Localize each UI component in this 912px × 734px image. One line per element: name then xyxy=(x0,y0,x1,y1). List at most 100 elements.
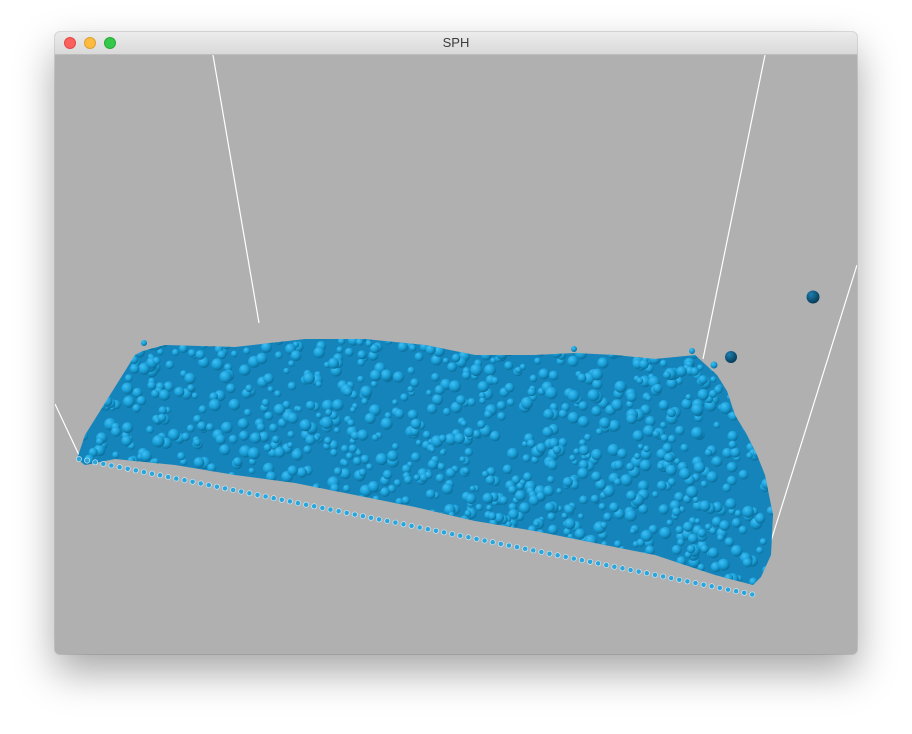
edge-particle xyxy=(497,540,504,547)
fluid-particle xyxy=(110,515,120,524)
fluid-particle xyxy=(117,357,129,369)
title-bar[interactable]: SPH xyxy=(55,32,857,55)
fluid-particle xyxy=(113,533,123,543)
edge-particle xyxy=(449,531,456,537)
edge-particle xyxy=(465,534,472,541)
fluid-particle xyxy=(445,467,456,479)
fluid-particle xyxy=(211,358,224,371)
edge-particle xyxy=(579,557,585,564)
fluid-particle xyxy=(181,524,193,536)
fluid-particle xyxy=(180,534,193,547)
fluid-particle xyxy=(556,488,563,494)
fluid-particle xyxy=(92,469,105,482)
fluid-particle xyxy=(442,357,449,364)
fluid-particle xyxy=(198,405,207,414)
fluid-particle xyxy=(553,559,560,566)
fluid-particle xyxy=(527,387,536,397)
simulation-viewport[interactable] xyxy=(55,55,857,654)
edge-particle xyxy=(489,539,496,546)
fluid-particle xyxy=(325,409,333,416)
fluid-particle xyxy=(241,548,249,556)
stray-particle-3 xyxy=(141,340,147,346)
fluid-particle xyxy=(99,403,106,410)
fluid-particle xyxy=(740,382,752,394)
fluid-particle xyxy=(554,537,562,545)
fluid-particle xyxy=(319,522,328,531)
fluid-particle xyxy=(555,573,565,583)
fluid-particle xyxy=(608,420,621,432)
fluid-particle xyxy=(697,528,707,538)
fluid-particle xyxy=(465,493,477,505)
fluid-particle xyxy=(190,522,202,533)
fluid-particle xyxy=(158,502,165,509)
fluid-particle xyxy=(77,499,79,506)
fluid-particle xyxy=(656,480,667,491)
fluid-particle xyxy=(265,471,277,483)
fluid-particle xyxy=(123,480,131,487)
fluid-particle xyxy=(77,488,80,496)
fluid-particle xyxy=(652,383,663,394)
fluid-particle xyxy=(577,467,589,479)
fluid-particle xyxy=(667,478,676,486)
fluid-particle xyxy=(626,490,637,501)
fluid-particle xyxy=(83,362,93,373)
fluid-particle xyxy=(385,581,395,585)
fluid-particle xyxy=(151,389,160,398)
fluid-particle xyxy=(530,558,543,571)
fluid-particle xyxy=(144,583,157,585)
fluid-particle xyxy=(208,399,221,412)
fluid-particle xyxy=(502,339,515,345)
fluid-particle xyxy=(152,458,159,465)
edge-particle xyxy=(92,459,99,466)
fluid-particle xyxy=(642,445,650,453)
fluid-particle xyxy=(438,512,445,519)
fluid-particle xyxy=(101,540,114,553)
fluid-particle xyxy=(351,561,363,573)
fluid-particle xyxy=(768,341,773,348)
fluid-particle xyxy=(258,570,271,583)
fluid-particle xyxy=(587,579,600,585)
edge-particle xyxy=(522,545,529,552)
fluid-particle xyxy=(77,565,79,574)
fluid-particle xyxy=(336,346,344,354)
fluid-particle xyxy=(768,469,773,477)
fluid-particle xyxy=(477,381,489,393)
fluid-particle xyxy=(78,466,88,477)
fluid-particle xyxy=(102,526,113,538)
fluid-particle xyxy=(718,371,730,383)
fluid-particle xyxy=(259,556,272,569)
fluid-particle xyxy=(248,467,255,475)
fluid-particle xyxy=(381,570,392,580)
edge-particle xyxy=(230,487,236,493)
fluid-particle xyxy=(191,392,199,399)
fluid-particle xyxy=(97,581,107,585)
fluid-particle xyxy=(345,452,354,460)
fluid-particle xyxy=(447,362,457,372)
fluid-particle xyxy=(364,502,377,514)
fluid-particle xyxy=(717,558,730,571)
fluid-particle xyxy=(591,406,602,417)
fluid-particle xyxy=(729,394,741,406)
fluid-particle xyxy=(77,339,87,345)
fluid-particle xyxy=(653,347,664,358)
fluid-particle xyxy=(315,532,326,543)
fluid-particle xyxy=(727,430,738,442)
fluid-particle xyxy=(93,369,102,379)
fluid-particle xyxy=(200,544,209,553)
fluid-particle xyxy=(146,425,154,434)
fluid-particle xyxy=(686,544,696,554)
edge-particle xyxy=(432,527,439,534)
fluid-particle xyxy=(130,493,140,503)
fluid-particle xyxy=(94,487,103,495)
fluid-particle xyxy=(187,384,195,392)
fluid-particle xyxy=(371,552,380,561)
edge-particle xyxy=(660,573,666,580)
fluid-particle xyxy=(195,350,206,360)
fluid-particle xyxy=(453,433,465,444)
fluid-particle xyxy=(243,548,255,560)
edge-particle xyxy=(384,518,391,524)
fluid-particle xyxy=(660,434,669,442)
fluid-particle xyxy=(393,479,402,487)
fluid-particle xyxy=(548,370,559,381)
edge-particle xyxy=(189,478,196,485)
